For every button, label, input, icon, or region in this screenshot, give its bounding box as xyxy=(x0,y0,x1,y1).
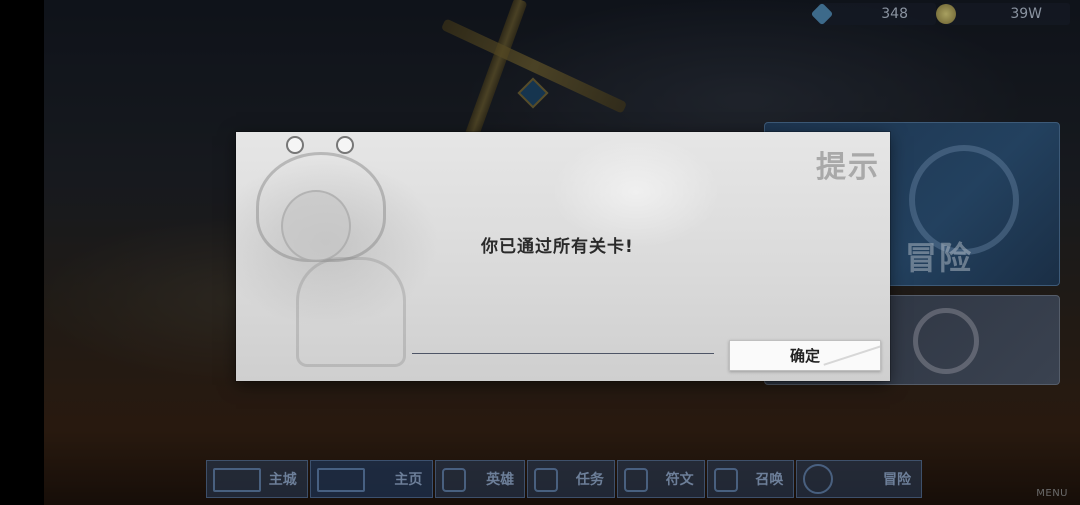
gold-count: 39W xyxy=(1010,6,1042,22)
castle-icon xyxy=(213,468,261,492)
summon-icon xyxy=(713,468,738,492)
nav-label: 主页 xyxy=(394,472,423,488)
nav-label: 冒险 xyxy=(882,472,911,488)
nav-item-summon[interactable]: 召唤 xyxy=(706,460,795,498)
nav-label: 英雄 xyxy=(486,472,515,488)
bottom-nav: 主城 主页 英雄 任务 符文 召唤 冒险 xyxy=(206,460,922,498)
adventure-gear-icon xyxy=(803,464,834,494)
gem-count: 348 xyxy=(881,6,908,22)
confirm-button[interactable]: 确定 xyxy=(729,340,881,371)
gold-currency: 39W xyxy=(936,3,1070,25)
nav-label: 主城 xyxy=(268,472,297,488)
dialog-title: 提示 xyxy=(816,150,880,185)
nav-item-home[interactable]: 主页 xyxy=(309,460,434,498)
menu-button[interactable]: MENU xyxy=(1036,488,1068,499)
nav-item-hero[interactable]: 英雄 xyxy=(435,460,526,498)
character-eye-icon xyxy=(336,136,354,154)
hero-icon xyxy=(442,468,467,492)
nav-item-quest[interactable]: 任务 xyxy=(527,460,615,498)
quest-icon xyxy=(534,468,559,492)
nav-item-main-city[interactable]: 主城 xyxy=(206,460,308,498)
character-body xyxy=(296,257,406,367)
rune-icon xyxy=(623,468,648,492)
character-eye-icon xyxy=(286,136,304,154)
divider-line xyxy=(412,353,714,354)
nav-item-rune[interactable]: 符文 xyxy=(616,460,705,498)
dialog-message: 你已通过所有关卡! xyxy=(481,237,634,257)
spiral-emblem-icon xyxy=(913,308,979,374)
nav-item-adventure[interactable]: 冒险 xyxy=(796,460,922,498)
nav-label: 任务 xyxy=(575,472,604,488)
alert-dialog: 提示 你已通过所有关卡! 确定 xyxy=(236,132,890,381)
nav-label: 召唤 xyxy=(755,472,784,488)
nav-label: 符文 xyxy=(665,472,694,488)
home-gate-icon xyxy=(316,468,365,492)
left-black-bar xyxy=(0,0,44,505)
gem-currency: 348 xyxy=(810,2,936,26)
adventure-card-label: 冒险 xyxy=(905,239,974,277)
character-illustration xyxy=(236,132,436,381)
character-face xyxy=(281,190,351,262)
coin-icon xyxy=(936,4,956,24)
